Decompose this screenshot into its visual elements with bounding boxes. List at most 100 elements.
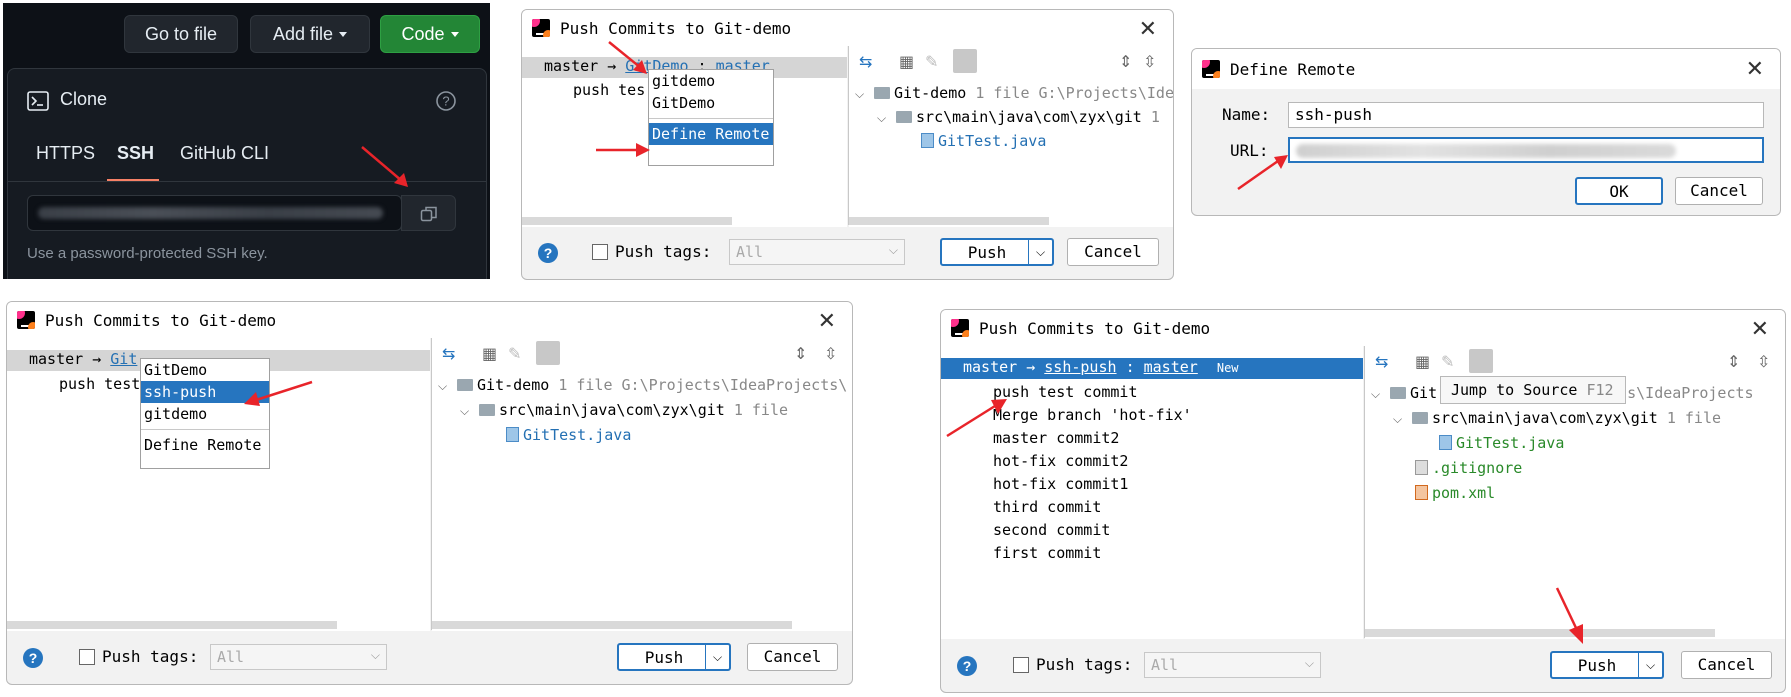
name-field[interactable]: ssh-push: [1288, 102, 1764, 128]
arrow-text: →: [1026, 358, 1036, 376]
tags-combo[interactable]: All ⌵: [210, 644, 387, 670]
dropdown-item-define-remote[interactable]: Define Remote: [649, 123, 773, 145]
push-button[interactable]: Push ⌵: [617, 643, 731, 671]
help-icon[interactable]: ?: [435, 90, 457, 112]
group-icon[interactable]: ▦: [1415, 352, 1430, 371]
expand-arrows-icon[interactable]: ⇆: [442, 344, 455, 363]
add-file-button[interactable]: Add file: [250, 15, 370, 53]
close-icon[interactable]: ✕: [1746, 57, 1764, 82]
tags-combo[interactable]: All ⌵: [1144, 652, 1321, 678]
dropdown-item-gitdemo[interactable]: gitdemo: [649, 70, 773, 92]
preview-icon[interactable]: [536, 341, 560, 365]
expand-all-icon[interactable]: ⇕: [794, 344, 807, 363]
commit-1[interactable]: Merge branch 'hot-fix': [993, 406, 1192, 424]
java-file-icon: [1439, 435, 1452, 450]
edit-icon[interactable]: ✎: [925, 52, 938, 71]
branch-from: master: [29, 350, 84, 368]
cancel-button[interactable]: Cancel: [1675, 177, 1763, 205]
chevron-down-icon: ⌵: [877, 111, 887, 125]
commits-pane: master → ssh-push : master New push test…: [941, 346, 1363, 639]
collapse-all-icon[interactable]: ⇳: [1757, 352, 1770, 371]
ssh-url-input[interactable]: [27, 195, 402, 231]
commit-3[interactable]: hot-fix commit2: [993, 452, 1128, 470]
push-tags-checkbox[interactable]: [1013, 657, 1029, 673]
commit-5[interactable]: third commit: [993, 498, 1101, 516]
dropdown-item-GitDemo[interactable]: GitDemo: [649, 92, 773, 114]
push-tags-checkbox[interactable]: [592, 244, 608, 260]
help-icon[interactable]: ?: [957, 656, 977, 676]
close-icon[interactable]: ✕: [1139, 17, 1157, 42]
tree-folder[interactable]: ⌵ src\main\java\com\zyx\git 1: [877, 108, 1160, 126]
tree-file[interactable]: GitTest.java: [921, 132, 1046, 150]
tree-file-gitignore[interactable]: .gitignore: [1415, 459, 1522, 477]
target-branch-link[interactable]: master: [1144, 358, 1198, 376]
tree-root-label: Git-demo: [477, 376, 550, 394]
tab-https[interactable]: HTTPS: [36, 143, 95, 164]
tree-folder-label: src\main\java\com\zyx\git: [916, 108, 1142, 126]
tree-root[interactable]: ⌵ Git-demo 1 file G:\Projects\IdeaProjec…: [438, 376, 847, 394]
collapse-all-icon[interactable]: ⇳: [1143, 52, 1156, 71]
cancel-button[interactable]: Cancel: [747, 643, 838, 671]
push-button[interactable]: Push ⌵: [1550, 651, 1664, 679]
tree-root-meta: 1 file G:\Projects\Ide: [975, 84, 1174, 102]
help-icon[interactable]: ?: [538, 243, 558, 263]
cancel-button[interactable]: Cancel: [1067, 238, 1159, 266]
go-to-file-button[interactable]: Go to file: [124, 15, 238, 53]
collapse-all-icon[interactable]: ⇳: [824, 344, 837, 363]
chevron-down-icon: ⌵: [888, 243, 898, 257]
close-icon[interactable]: ✕: [818, 309, 836, 334]
cancel-button[interactable]: Cancel: [1681, 651, 1772, 679]
tree-file-pom[interactable]: pom.xml: [1415, 484, 1495, 502]
close-icon[interactable]: ✕: [1751, 317, 1769, 342]
remote-link[interactable]: Git: [110, 350, 137, 368]
tab-ssh[interactable]: SSH: [117, 143, 154, 164]
tree-file[interactable]: GitTest.java: [1439, 434, 1564, 452]
commit-row[interactable]: push tes: [573, 81, 645, 99]
preview-icon[interactable]: [953, 49, 977, 73]
tab-github-cli[interactable]: GitHub CLI: [180, 143, 269, 164]
code-button[interactable]: Code: [380, 15, 480, 53]
ok-button[interactable]: OK: [1575, 177, 1663, 205]
expand-arrows-icon[interactable]: ⇆: [1375, 352, 1388, 371]
commit-7[interactable]: first commit: [993, 544, 1101, 562]
commit-0[interactable]: push test commit: [993, 383, 1138, 401]
horizontal-scrollbar[interactable]: [522, 217, 732, 225]
copy-button[interactable]: [401, 195, 456, 231]
tree-root[interactable]: ⌵ Git-demo 1 file G:\Projects\Ide: [855, 84, 1174, 102]
tree-root-label: Git: [1410, 384, 1438, 402]
chevron-down-icon[interactable]: ⌵: [1638, 653, 1662, 677]
dropdown-item-define-remote[interactable]: Define Remote: [141, 434, 269, 456]
edit-icon[interactable]: ✎: [1441, 352, 1454, 371]
tree-root[interactable]: ⌵ Git: [1371, 384, 1437, 402]
horizontal-scrollbar[interactable]: [432, 621, 792, 629]
remote-link[interactable]: ssh-push: [1044, 358, 1116, 376]
commit-2[interactable]: master commit2: [993, 429, 1119, 447]
dropdown-separator: [649, 118, 773, 119]
folder-icon: [479, 404, 496, 416]
chevron-down-icon[interactable]: ⌵: [1028, 240, 1052, 264]
new-badge: New: [1216, 361, 1239, 375]
group-icon[interactable]: ▦: [482, 344, 497, 363]
edit-icon[interactable]: ✎: [508, 344, 521, 363]
expand-all-icon[interactable]: ⇕: [1727, 352, 1740, 371]
chevron-down-icon[interactable]: ⌵: [705, 645, 729, 669]
tree-folder[interactable]: ⌵ src\main\java\com\zyx\git 1 file: [1393, 409, 1721, 427]
tree-file[interactable]: GitTest.java: [506, 426, 631, 444]
expand-arrows-icon[interactable]: ⇆: [859, 52, 872, 71]
folder-icon: [896, 111, 913, 123]
commit-6[interactable]: second commit: [993, 521, 1110, 539]
push-button[interactable]: Push ⌵: [940, 238, 1054, 266]
tags-combo[interactable]: All ⌵: [729, 239, 905, 265]
url-field[interactable]: [1288, 137, 1764, 163]
group-icon[interactable]: ▦: [899, 52, 914, 71]
help-icon[interactable]: ?: [23, 648, 43, 668]
push-tags-checkbox[interactable]: [79, 649, 95, 665]
commit-4[interactable]: hot-fix commit1: [993, 475, 1128, 493]
tree-folder[interactable]: ⌵ src\main\java\com\zyx\git 1 file: [460, 401, 788, 419]
commit-row[interactable]: push test: [59, 375, 140, 393]
horizontal-scrollbar[interactable]: [7, 621, 337, 629]
horizontal-scrollbar[interactable]: [1365, 629, 1715, 637]
preview-icon[interactable]: [1469, 349, 1493, 373]
expand-all-icon[interactable]: ⇕: [1119, 52, 1132, 71]
horizontal-scrollbar[interactable]: [849, 217, 1049, 225]
